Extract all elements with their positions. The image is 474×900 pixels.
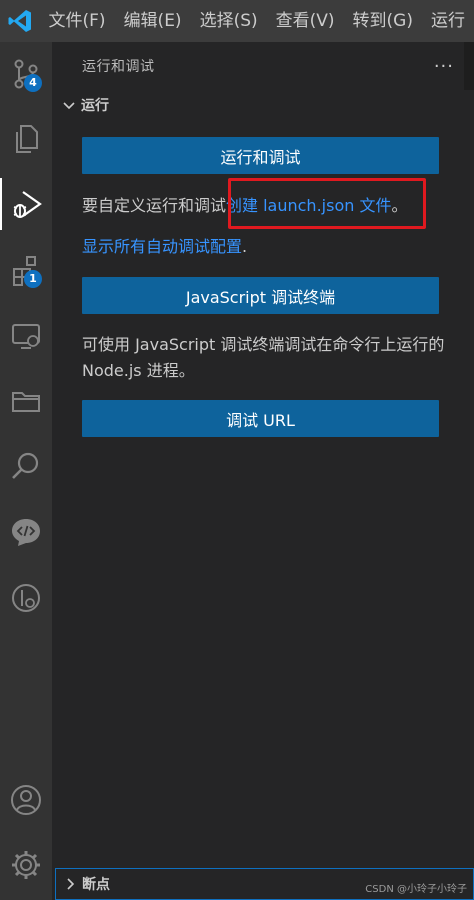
sidebar-header: 运行和调试 ··· (55, 42, 474, 90)
debug-url-button[interactable]: 调试 URL (82, 400, 439, 437)
run-debug-sidebar: 运行和调试 ··· 运行 运行和调试 要自定义运行和调试创建 launch.js… (55, 42, 474, 900)
account-icon (11, 785, 41, 815)
menu-run[interactable]: 运行 (422, 0, 474, 42)
explorer-button[interactable] (0, 113, 52, 165)
folder-icon (12, 392, 40, 412)
run-debug-icon (13, 191, 42, 218)
show-configs-suffix: . (242, 237, 248, 256)
run-and-debug-button[interactable]: 运行和调试 (82, 137, 439, 174)
show-auto-debug-configs-link[interactable]: 显示所有自动调试配置 (82, 237, 242, 256)
extensions-button[interactable]: 1 (0, 244, 52, 296)
menu-bar: 文件(F) 编辑(E) 选择(S) 查看(V) 转到(G) 运行 (0, 0, 474, 42)
run-section-title: 运行 (81, 98, 109, 114)
search-icon (12, 452, 39, 479)
gear-icon (12, 851, 40, 879)
sidebar-title: 运行和调试 (82, 59, 155, 75)
folder-button[interactable] (0, 375, 52, 427)
more-actions-icon[interactable]: ··· (434, 56, 454, 77)
highlight-annotation-box (228, 178, 426, 229)
code-chat-icon (12, 519, 40, 546)
remote-explorer-button[interactable] (0, 310, 52, 362)
extensions-badge: 1 (24, 270, 42, 288)
show-configs-paragraph: 显示所有自动调试配置. (82, 234, 452, 260)
breakpoints-title: 断点 (82, 877, 110, 893)
menu-edit[interactable]: 编辑(E) (115, 0, 191, 42)
customize-text: 要自定义运行和调试 (82, 196, 227, 215)
chevron-down-icon (63, 102, 75, 110)
menu-view[interactable]: 查看(V) (267, 0, 344, 42)
javascript-debug-terminal-button[interactable]: JavaScript 调试终端 (82, 277, 439, 314)
vscode-logo-icon[interactable] (0, 0, 40, 42)
editor-area-edge (464, 42, 474, 90)
code-chat-button[interactable] (0, 506, 52, 558)
watermark-text: CSDN @小玲子小玲子 (365, 884, 467, 895)
run-debug-button[interactable] (0, 178, 52, 230)
git-graph-icon (12, 584, 40, 612)
menu-file[interactable]: 文件(F) (40, 0, 115, 42)
explorer-icon (16, 125, 38, 153)
activity-bar: 4 1 (0, 42, 52, 900)
chevron-right-icon (67, 878, 75, 890)
search-button[interactable] (0, 440, 52, 492)
manage-button[interactable] (0, 839, 52, 891)
source-control-badge: 4 (24, 74, 42, 92)
menu-go[interactable]: 转到(G) (344, 0, 422, 42)
source-control-button[interactable]: 4 (0, 48, 52, 100)
remote-explorer-icon (12, 324, 40, 349)
accounts-button[interactable] (0, 774, 52, 826)
breakpoints-section-header[interactable]: 断点 CSDN @小玲子小玲子 (55, 868, 474, 900)
js-terminal-description: 可使用 JavaScript 调试终端调试在命令行上运行的 Node.js 进程… (82, 335, 445, 380)
git-graph-button[interactable] (0, 572, 52, 624)
run-section-header[interactable]: 运行 (55, 90, 474, 120)
menu-selection[interactable]: 选择(S) (191, 0, 267, 42)
